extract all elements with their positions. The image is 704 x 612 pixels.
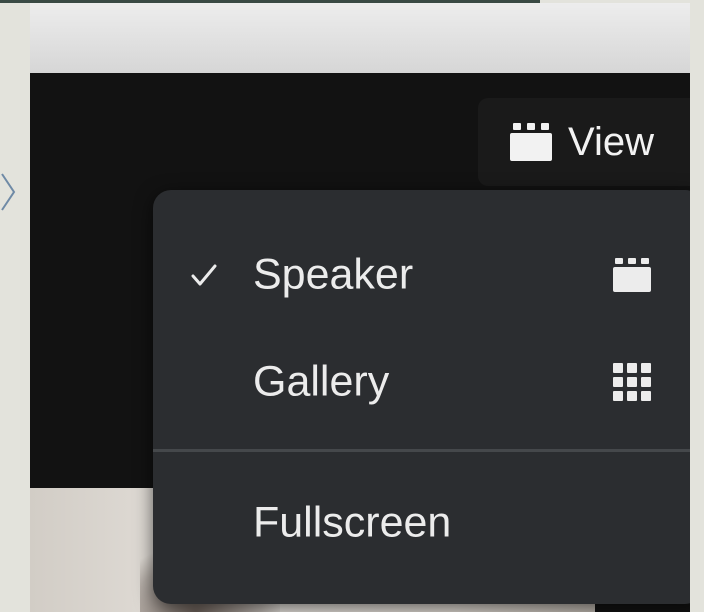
meeting-window: View Speaker Gallery Fullscreen — [30, 3, 690, 612]
speaker-layout-icon — [613, 258, 651, 292]
menu-item-label: Fullscreen — [253, 498, 452, 547]
menu-item-fullscreen[interactable]: Fullscreen — [153, 473, 690, 573]
menu-item-gallery[interactable]: Gallery — [153, 332, 690, 432]
arrow-icon — [1, 173, 16, 211]
view-label: View — [568, 119, 654, 164]
menu-item-label: Gallery — [253, 357, 390, 406]
checkmark-icon — [191, 264, 217, 286]
speaker-layout-icon — [510, 123, 552, 161]
view-menu: Speaker Gallery Fullscreen — [153, 190, 690, 604]
window-titlebar — [30, 3, 690, 73]
menu-item-label: Speaker — [253, 250, 414, 299]
menu-item-speaker[interactable]: Speaker — [153, 225, 690, 325]
view-button[interactable]: View — [478, 98, 690, 186]
menu-divider — [153, 449, 690, 452]
gallery-grid-icon — [613, 363, 651, 401]
